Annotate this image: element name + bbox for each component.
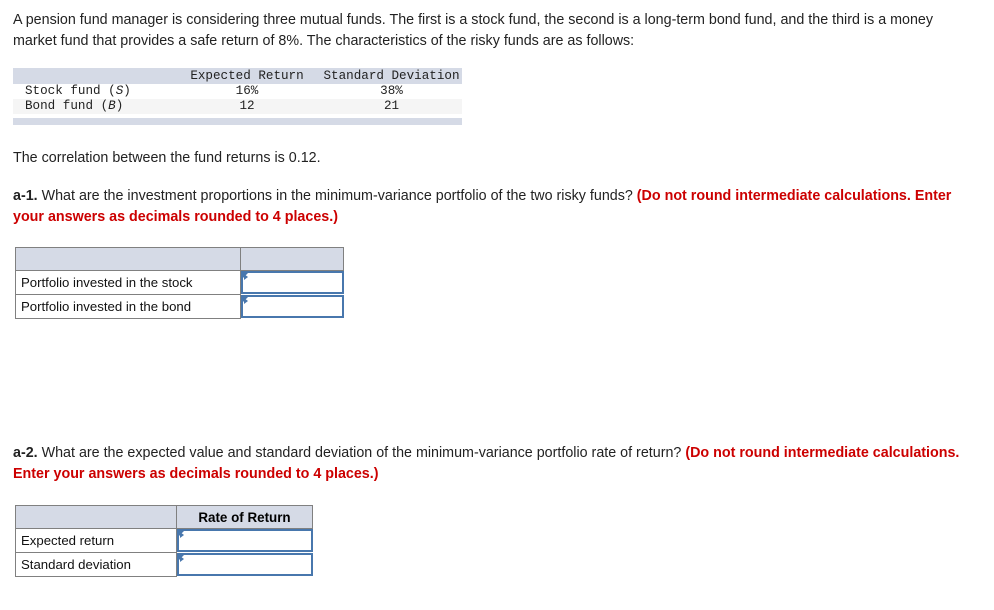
answer-table-1-header-value <box>240 247 344 271</box>
input-expected-return[interactable] <box>187 531 308 551</box>
row-label-bond-fund-text: Bond fund ( <box>25 99 109 113</box>
table-header-row: Expected Return Standard Deviation <box>13 68 462 84</box>
table-row: Portfolio invested in the bond <box>15 294 344 319</box>
table-footer-bar <box>13 118 462 125</box>
cell-bond-expected-return: 12 <box>173 99 321 114</box>
answer-table-proportions: Portfolio invested in the stock Portfoli… <box>15 247 344 319</box>
question-a1-body: What are the investment proportions in t… <box>37 188 637 204</box>
column-header-expected-return: Expected Return <box>173 68 321 84</box>
question-a2: a-2. What are the expected value and sta… <box>13 443 961 485</box>
label-standard-deviation: Standard deviation <box>15 552 177 577</box>
table-row: Stock fund (S) 16% 38% <box>13 84 462 99</box>
row-label-bond-fund: Bond fund (B) <box>13 99 173 114</box>
footer-cell <box>321 118 462 125</box>
answer-table-2-header-row: Rate of Return <box>15 505 313 529</box>
answer-table-2-header-rate-of-return: Rate of Return <box>176 505 313 529</box>
answer-table-1-header-blank <box>15 247 241 271</box>
label-expected-return: Expected return <box>15 528 177 553</box>
arrow-marker-icon <box>180 556 184 562</box>
cell-portfolio-invested-bond-input[interactable] <box>240 294 344 319</box>
input-wrapper-expected-return[interactable] <box>177 529 313 553</box>
input-portfolio-invested-bond[interactable] <box>251 297 339 316</box>
label-portfolio-invested-bond: Portfolio invested in the bond <box>15 294 241 319</box>
cell-expected-return-input[interactable] <box>176 528 313 553</box>
cell-portfolio-invested-stock-input[interactable] <box>240 270 344 295</box>
input-wrapper-portfolio-bond[interactable] <box>241 295 344 318</box>
row-label-stock-fund-close: ) <box>123 84 131 98</box>
row-label-bond-fund-symbol: B <box>108 99 116 113</box>
question-a2-body: What are the expected value and standard… <box>37 445 686 461</box>
arrow-marker-icon <box>244 298 248 304</box>
footer-cell <box>13 118 173 125</box>
row-label-stock-fund: Stock fund (S) <box>13 84 173 99</box>
column-header-standard-deviation: Standard Deviation <box>321 68 462 84</box>
arrow-marker-icon <box>180 532 184 539</box>
correlation-statement: The correlation between the fund returns… <box>13 150 321 166</box>
answer-table-rate-of-return: Rate of Return Expected return Standard … <box>15 505 313 577</box>
row-label-stock-fund-text: Stock fund ( <box>25 84 116 98</box>
cell-standard-deviation-input[interactable] <box>176 552 313 577</box>
footer-cell <box>173 118 321 125</box>
fund-characteristics-table: Expected Return Standard Deviation Stock… <box>13 68 462 125</box>
cell-stock-standard-deviation: 38% <box>321 84 462 99</box>
input-wrapper-standard-deviation[interactable] <box>177 553 313 576</box>
label-portfolio-invested-stock: Portfolio invested in the stock <box>15 270 241 295</box>
input-wrapper-portfolio-stock[interactable] <box>241 271 344 295</box>
row-label-bond-fund-close: ) <box>115 99 124 113</box>
question-a2-tag: a-2. <box>13 445 38 461</box>
input-portfolio-invested-stock[interactable] <box>251 273 339 293</box>
input-standard-deviation[interactable] <box>187 555 308 574</box>
question-a1-tag: a-1. <box>13 188 38 204</box>
table-row: Bond fund (B) 12 21 <box>13 99 462 114</box>
answer-table-1-header-row <box>15 247 344 271</box>
table-row: Portfolio invested in the stock <box>15 270 344 295</box>
cell-stock-expected-return: 16% <box>173 84 321 99</box>
answer-table-2-header-blank <box>15 505 177 529</box>
table-row: Expected return <box>15 528 313 553</box>
question-a1: a-1. What are the investment proportions… <box>13 186 961 228</box>
intro-paragraph: A pension fund manager is considering th… <box>13 12 934 49</box>
table-row: Standard deviation <box>15 552 313 577</box>
column-header-blank <box>13 68 173 84</box>
cell-bond-standard-deviation: 21 <box>321 99 462 114</box>
arrow-marker-icon <box>244 274 248 281</box>
